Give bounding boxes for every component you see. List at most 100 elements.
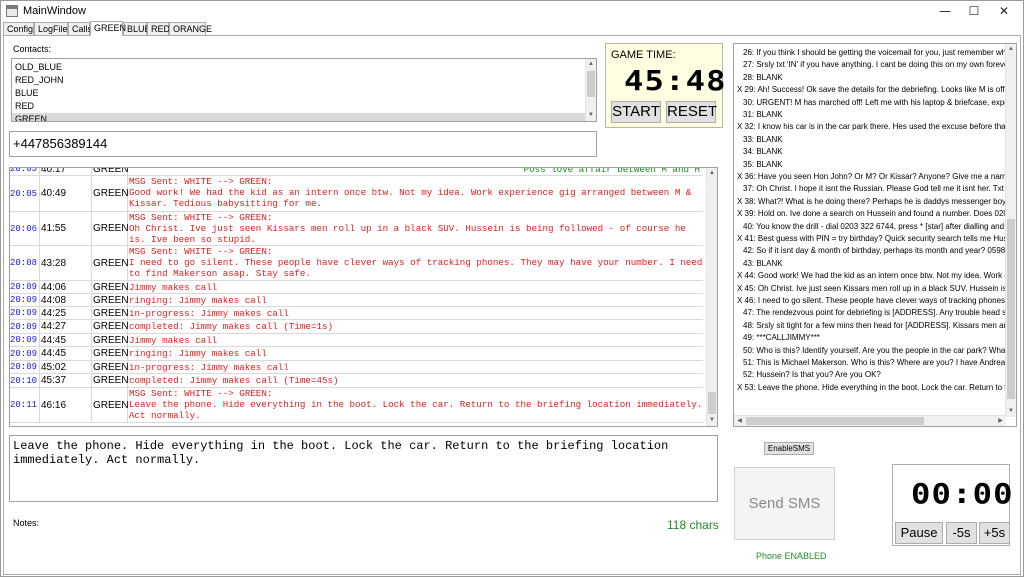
list-item[interactable]: 27: Srsly txt 'IN' if you have anything.… (734, 59, 1006, 71)
tab-logfile[interactable]: LogFile (34, 22, 68, 36)
contacts-scrollbar[interactable]: ▲ ▼ (585, 59, 596, 121)
table-row[interactable]: 20:08 43:28 GREEN MSG Sent: WHITE --> GR… (10, 246, 703, 281)
script-hscrollbar[interactable]: ◀ ▶ (734, 415, 1006, 426)
message-input[interactable]: Leave the phone. Hide everything in the … (9, 435, 718, 502)
game-time-label: GAME TIME: (611, 49, 676, 61)
list-item[interactable]: 47: The rendezvous point for debriefing … (734, 307, 1006, 319)
phone-number-input[interactable]: +447856389144 (9, 131, 597, 157)
scroll-down-icon[interactable]: ▼ (1006, 406, 1016, 417)
tab-red[interactable]: RED (147, 22, 170, 36)
list-item[interactable]: 52: Hussein? Is that you? Are you OK? (734, 369, 1006, 381)
list-item[interactable]: 37: Oh Christ. I hope it isnt the Russia… (734, 183, 1006, 195)
scroll-thumb[interactable] (708, 392, 716, 414)
tab-calls[interactable]: Calls (68, 22, 92, 36)
list-item[interactable]: 49: ***CALLJIMMY*** (734, 332, 1006, 344)
plus-5s-button[interactable]: +5s (979, 522, 1010, 544)
tab-green[interactable]: GREEN (90, 21, 126, 36)
log-scrollbar[interactable]: ▲ ▼ (706, 168, 717, 426)
contact-item[interactable]: RED (12, 100, 596, 113)
table-row[interactable]: 20:09 44:45 GREEN Jimmy makes call (10, 334, 703, 347)
log-time: 20:06 (10, 212, 40, 245)
scroll-thumb[interactable] (587, 71, 595, 97)
scroll-down-icon[interactable]: ▼ (586, 110, 596, 121)
scroll-left-icon[interactable]: ◀ (734, 416, 745, 426)
list-item[interactable]: 33: BLANK (734, 134, 1006, 146)
minus-5s-button[interactable]: -5s (946, 522, 977, 544)
reset-button[interactable]: RESET (666, 101, 717, 123)
message-log[interactable]: 20:05 40:17 GREEN Poss love affair betwe… (9, 167, 718, 427)
list-item[interactable]: 30: URGENT! M has marched off! Left me w… (734, 97, 1006, 109)
table-row[interactable]: 20:05 40:17 GREEN Poss love affair betwe… (10, 167, 703, 176)
log-contact: GREEN (93, 334, 129, 346)
list-item[interactable]: X 39: Hold on. Ive done a search on Huss… (734, 208, 1006, 220)
contact-item[interactable]: OLD_BLUE (12, 61, 596, 74)
list-item[interactable]: X 45: Oh Christ. Ive just seen Kissars m… (734, 283, 1006, 295)
list-item[interactable]: 35: BLANK (734, 159, 1006, 171)
list-item[interactable]: X 38: What?! What is he doing there? Per… (734, 196, 1006, 208)
table-row[interactable]: 20:09 44:08 GREEN ringing: Jimmy makes c… (10, 294, 703, 307)
table-row[interactable]: 20:10 45:37 GREEN completed: Jimmy makes… (10, 374, 703, 388)
scroll-up-icon[interactable]: ▲ (586, 59, 596, 70)
log-secs: 44:45 (40, 334, 92, 346)
game-time-panel: GAME TIME: 45:48 START RESET (605, 43, 726, 128)
list-item[interactable]: X 29: Ah! Success! Ok save the details f… (734, 84, 1006, 96)
list-item[interactable]: X 53: Leave the phone. Hide everything i… (734, 382, 1006, 394)
contacts-list[interactable]: OLD_BLUE RED_JOHN BLUE RED GREEN ▲ ▼ (11, 58, 597, 122)
list-item[interactable]: X 46: I need to go silent. These people … (734, 295, 1006, 307)
table-row[interactable]: 20:05 40:49 GREEN MSG Sent: WHITE --> GR… (10, 176, 703, 212)
tab-config[interactable]: Config (3, 22, 34, 36)
tab-blue[interactable]: BLUE (123, 22, 151, 36)
list-item[interactable]: X 44: Good work! We had the kid as an in… (734, 270, 1006, 282)
log-text: ringing: Jimmy makes call (129, 348, 267, 359)
contact-item[interactable]: RED_JOHN (12, 74, 596, 87)
table-row[interactable]: 20:11 46:16 GREEN MSG Sent: WHITE --> GR… (10, 388, 703, 423)
log-text: completed: Jimmy makes call (Time=1s) (129, 321, 333, 332)
scroll-up-icon[interactable]: ▲ (1006, 44, 1016, 55)
table-row[interactable]: 20:09 44:25 GREEN in-progress: Jimmy mak… (10, 307, 703, 320)
list-item[interactable]: 48: Srsly sit tight for a few mins then … (734, 320, 1006, 332)
enable-sms-button[interactable]: EnableSMS (764, 442, 814, 455)
scroll-right-icon[interactable]: ▶ (995, 416, 1006, 426)
scroll-down-icon[interactable]: ▼ (707, 415, 717, 426)
list-item[interactable]: X 36: Have you seen Hon John? Or M? Or K… (734, 171, 1006, 183)
table-row[interactable]: 20:09 44:45 GREEN ringing: Jimmy makes c… (10, 347, 703, 361)
log-text: in-progress: Jimmy makes call (129, 307, 289, 319)
list-item[interactable]: 42: So if it isnt day & month of birthda… (734, 245, 1006, 257)
close-button[interactable]: ✕ (989, 3, 1019, 19)
list-item[interactable]: 40: You know the drill - dial 0203 322 6… (734, 221, 1006, 233)
log-contact: GREEN (93, 320, 129, 333)
log-text: MSG Sent: WHITE --> GREEN: I need to go … (129, 246, 703, 279)
list-item[interactable]: 51: This is Michael Makerson. Who is thi… (734, 357, 1006, 369)
log-text: ringing: Jimmy makes call (129, 294, 267, 306)
minimize-button[interactable]: — (930, 3, 960, 19)
list-item[interactable]: 34: BLANK (734, 146, 1006, 158)
contact-item-selected[interactable]: GREEN (12, 113, 596, 121)
log-text: Poss love affair between M and H (523, 167, 700, 175)
list-item[interactable]: 28: BLANK (734, 72, 1006, 84)
start-button[interactable]: START (611, 101, 661, 123)
contact-item[interactable]: BLUE (12, 87, 596, 100)
list-item[interactable]: 50: Who is this? Identify yourself. Are … (734, 345, 1006, 357)
table-row[interactable]: 20:09 45:02 GREEN in-progress: Jimmy mak… (10, 361, 703, 374)
list-item[interactable]: 26: If you think I should be getting the… (734, 47, 1006, 59)
log-secs: 44:45 (40, 347, 92, 360)
send-sms-button[interactable]: Send SMS (734, 467, 835, 540)
tab-orange[interactable]: ORANGE (169, 22, 212, 36)
list-item[interactable]: 43: BLANK (734, 258, 1006, 270)
scroll-up-icon[interactable]: ▲ (707, 168, 717, 179)
list-item[interactable]: X 32: I know his car is in the car park … (734, 121, 1006, 133)
pause-button[interactable]: Pause (895, 522, 943, 544)
scroll-thumb[interactable] (1007, 219, 1015, 399)
maximize-button[interactable]: ☐ (959, 3, 989, 19)
script-scrollbar[interactable]: ▲ ▼ (1005, 44, 1016, 417)
list-item[interactable]: X 41: Best guess with PIN = try birthday… (734, 233, 1006, 245)
table-row[interactable]: 20:06 41:55 GREEN MSG Sent: WHITE --> GR… (10, 212, 703, 246)
log-text: completed: Jimmy makes call (Time=45s) (129, 375, 339, 386)
log-contact: GREEN (92, 168, 129, 175)
table-row[interactable]: 20:09 44:06 GREEN Jimmy makes call (10, 281, 703, 294)
table-row[interactable]: 20:09 44:27 GREEN completed: Jimmy makes… (10, 320, 703, 334)
script-list[interactable]: 26: If you think I should be getting the… (733, 43, 1017, 427)
log-time: 20:05 (10, 168, 40, 175)
scroll-thumb[interactable] (746, 417, 924, 425)
list-item[interactable]: 31: BLANK (734, 109, 1006, 121)
